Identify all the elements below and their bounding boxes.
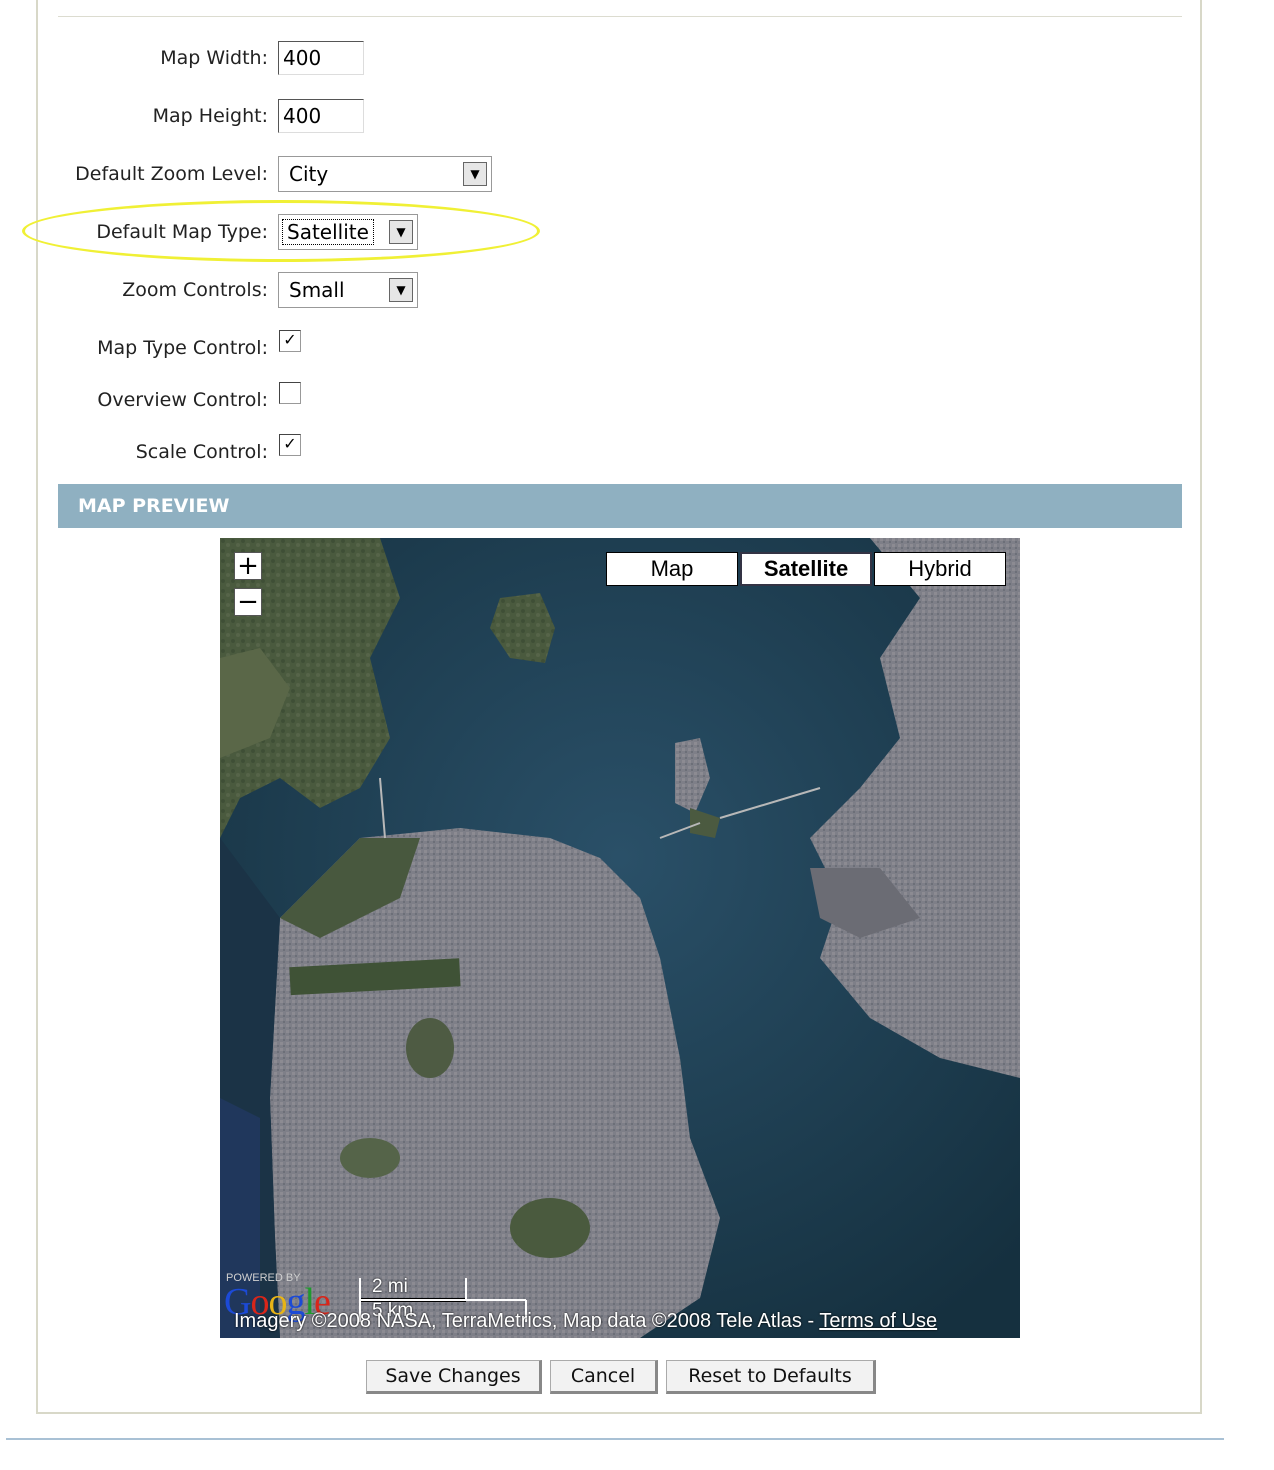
map-type-control: Map Satellite Hybrid	[606, 552, 1008, 586]
top-divider	[58, 16, 1182, 17]
zoom-controls-label: Zoom Controls:	[122, 279, 268, 301]
map-preview-header: MAP PREVIEW	[58, 484, 1182, 528]
map-height-input[interactable]	[278, 99, 364, 133]
default-map-type-select[interactable]: Satellite ▼	[278, 214, 418, 250]
satellite-imagery	[220, 538, 1020, 1338]
zoom-in-button[interactable]: +	[234, 552, 262, 580]
scale-miles-label: 2 mi	[372, 1276, 408, 1297]
map-width-row: Map Width:	[0, 38, 1274, 78]
overview-control-label: Overview Control:	[97, 389, 268, 411]
overview-control-row: Overview Control:	[0, 380, 1274, 420]
map-width-label: Map Width:	[160, 47, 268, 69]
overview-control-checkbox[interactable]	[279, 382, 301, 404]
map-copyright: Imagery ©2008 NASA, TerraMetrics, Map da…	[234, 1310, 937, 1333]
zoom-controls-select[interactable]: Small ▼	[278, 272, 418, 308]
default-map-type-label: Default Map Type:	[96, 221, 268, 243]
map-height-label: Map Height:	[152, 105, 268, 127]
copyright-text: Imagery ©2008 NASA, TerraMetrics, Map da…	[234, 1310, 820, 1332]
zoom-out-button[interactable]: −	[234, 588, 262, 616]
reset-defaults-button[interactable]: Reset to Defaults	[666, 1360, 876, 1394]
chevron-down-icon: ▼	[389, 278, 413, 302]
map-type-satellite-button[interactable]: Satellite	[740, 552, 872, 586]
map-type-control-label: Map Type Control:	[97, 337, 268, 359]
default-zoom-select[interactable]: City ▼	[278, 156, 492, 192]
scale-control-checkbox[interactable]: ✓	[279, 434, 301, 456]
map-type-control-row: Map Type Control: ✓	[0, 328, 1274, 368]
default-map-type-row: Default Map Type: Satellite ▼	[0, 212, 1274, 252]
bottom-divider	[6, 1438, 1224, 1440]
map-height-row: Map Height:	[0, 96, 1274, 136]
scale-control-row: Scale Control: ✓	[0, 432, 1274, 472]
default-zoom-value: City	[289, 162, 329, 186]
default-map-type-value: Satellite	[282, 219, 374, 245]
save-changes-button[interactable]: Save Changes	[366, 1360, 542, 1394]
cancel-button[interactable]: Cancel	[550, 1360, 658, 1394]
scale-control-label: Scale Control:	[135, 441, 268, 463]
zoom-controls-row: Zoom Controls: Small ▼	[0, 270, 1274, 310]
map-type-map-button[interactable]: Map	[606, 552, 738, 586]
default-zoom-row: Default Zoom Level: City ▼	[0, 154, 1274, 194]
map-width-input[interactable]	[278, 41, 364, 75]
chevron-down-icon: ▼	[463, 162, 487, 186]
map-type-control-checkbox[interactable]: ✓	[279, 330, 301, 352]
map-type-hybrid-button[interactable]: Hybrid	[874, 552, 1006, 586]
zoom-controls-value: Small	[289, 278, 345, 302]
chevron-down-icon: ▼	[389, 220, 413, 244]
action-buttons: Save Changes Cancel Reset to Defaults	[0, 1360, 1274, 1394]
terms-of-use-link[interactable]: Terms of Use	[819, 1310, 937, 1332]
default-zoom-label: Default Zoom Level:	[75, 163, 268, 185]
map-preview[interactable]: + − Map Satellite Hybrid POWERED BY Goog…	[220, 538, 1020, 1338]
